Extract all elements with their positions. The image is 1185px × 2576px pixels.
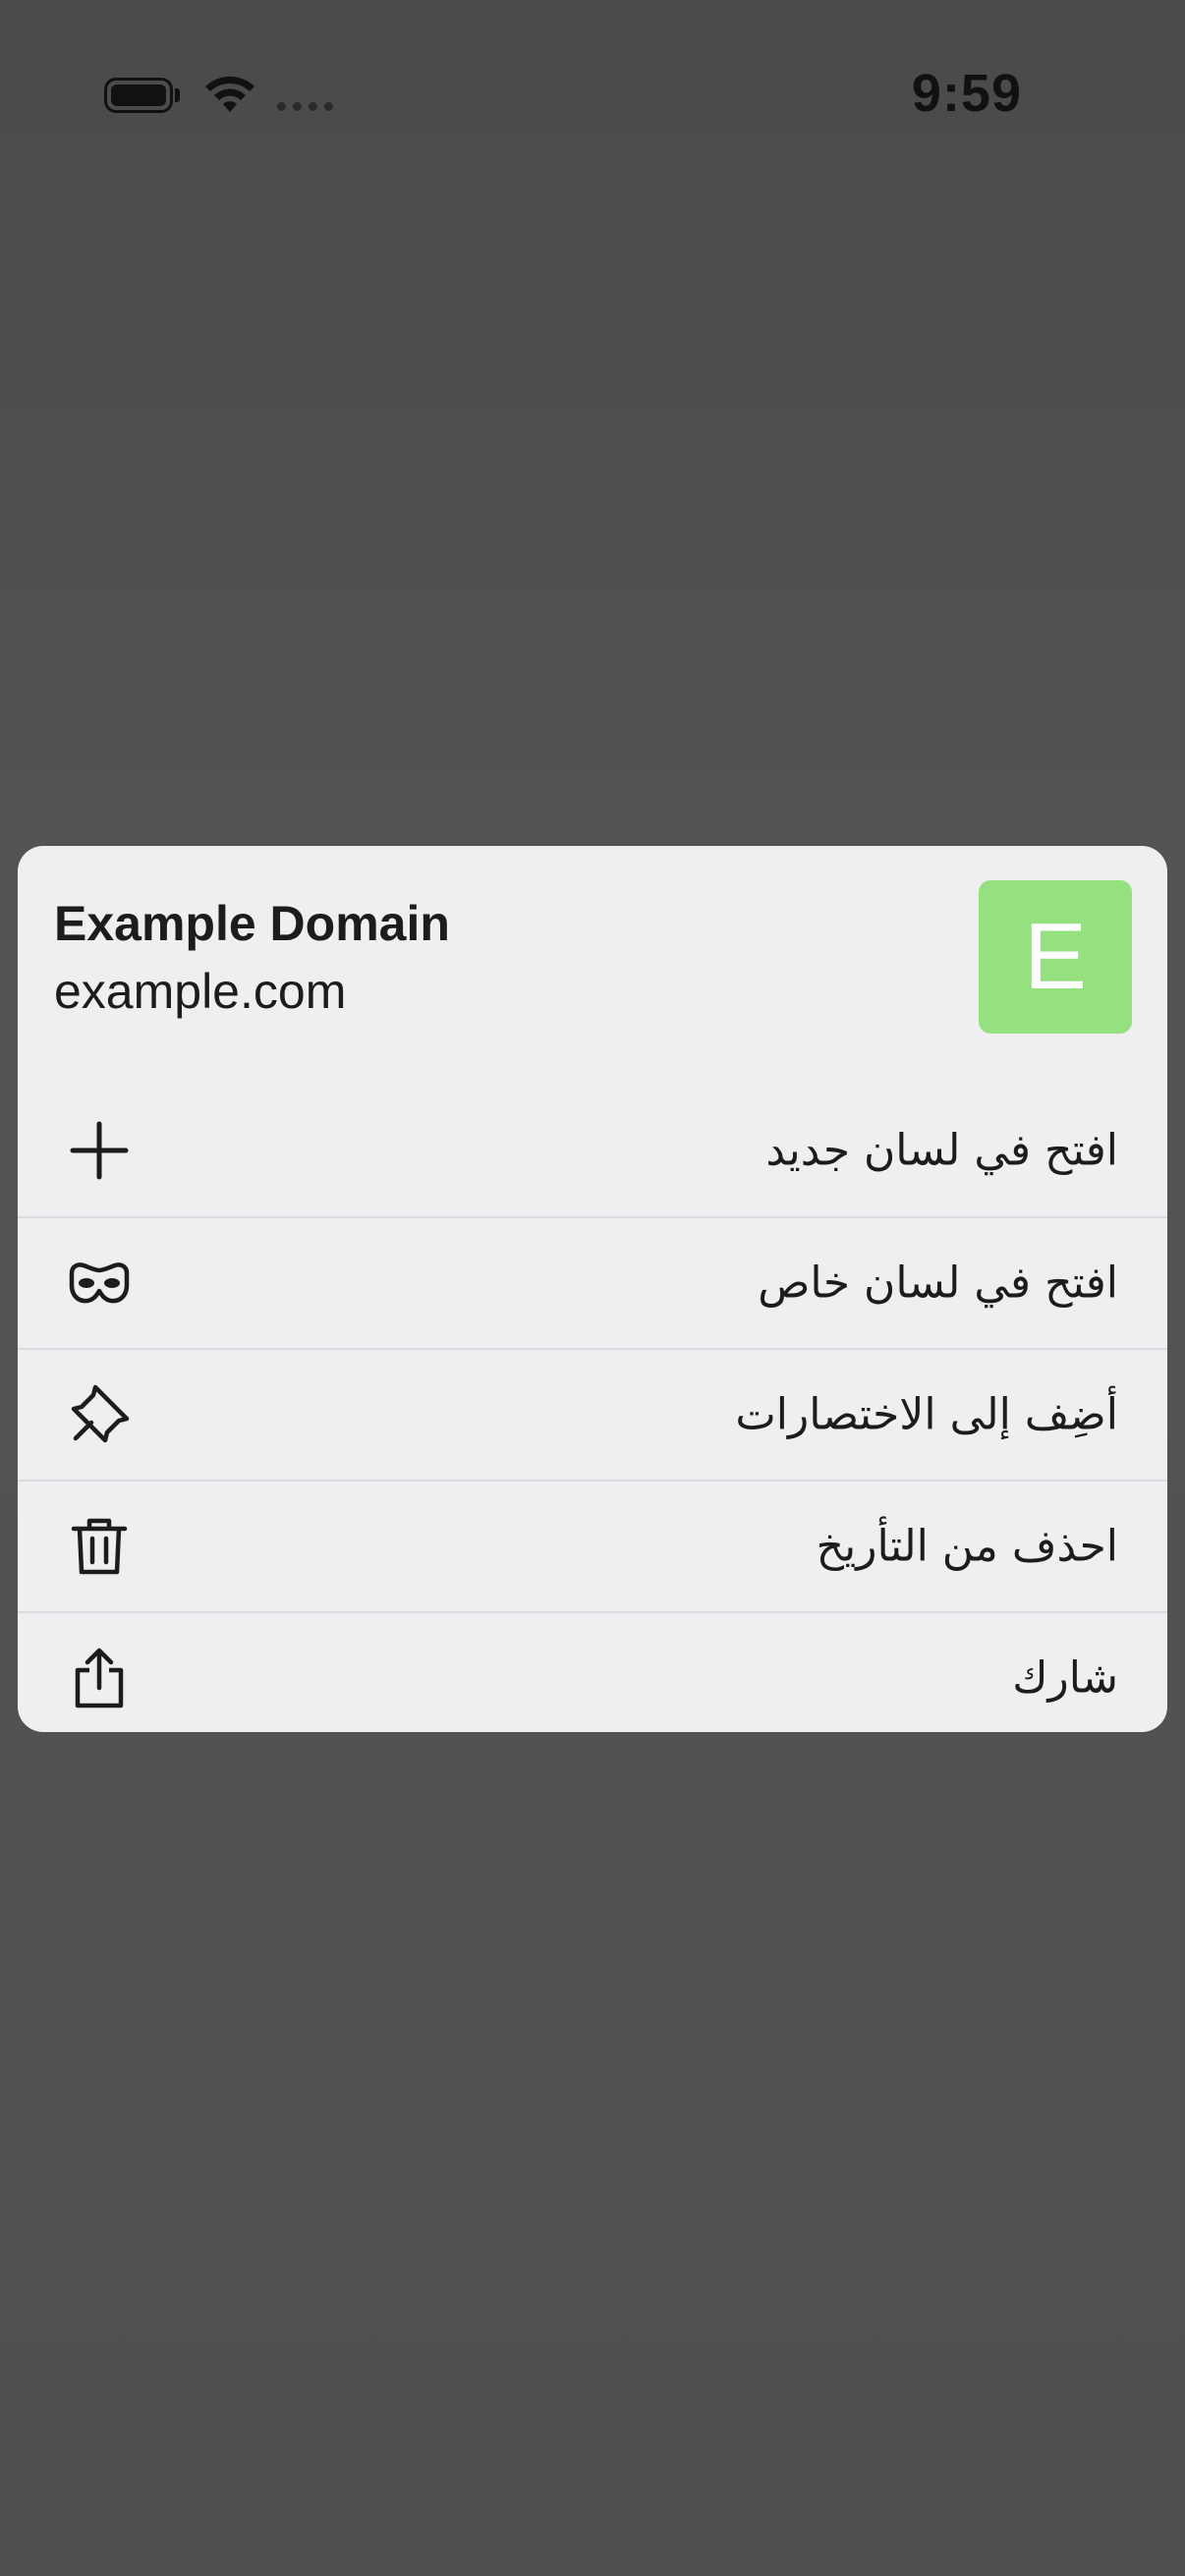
- menu-item-label: شارك: [1012, 1652, 1118, 1704]
- menu-header: Example Domain example.com E: [18, 846, 1167, 1085]
- menu-item-label: أضِف إلى الاختصارات: [735, 1389, 1118, 1440]
- site-title: Example Domain: [54, 896, 450, 951]
- wifi-icon: [202, 73, 257, 116]
- menu-item-label: افتح في لسان جديد: [765, 1125, 1118, 1176]
- menu-item-open-new-tab[interactable]: افتح في لسان جديد: [18, 1085, 1167, 1216]
- cellular-signal-icon: [277, 102, 333, 111]
- pin-icon: [66, 1381, 133, 1448]
- plus-icon: [66, 1117, 133, 1184]
- site-url: example.com: [54, 964, 347, 1019]
- trash-icon: [66, 1513, 133, 1580]
- menu-item-label: افتح في لسان خاص: [758, 1258, 1118, 1309]
- site-favicon: E: [979, 880, 1132, 1034]
- menu-list: افتح في لسان جديد افتح في لسان خاص أضِف …: [18, 1085, 1167, 1732]
- menu-item-label: احذف من التأريخ: [816, 1521, 1118, 1572]
- battery-icon: [104, 77, 183, 114]
- private-mask-icon: [66, 1250, 133, 1316]
- share-icon: [66, 1645, 133, 1711]
- menu-item-delete-from-history[interactable]: احذف من التأريخ: [18, 1480, 1167, 1611]
- favicon-letter: E: [1023, 904, 1088, 1009]
- status-time: 9:59: [911, 64, 1022, 123]
- menu-item-share[interactable]: شارك: [18, 1611, 1167, 1732]
- status-bar: 9:59: [0, 0, 1185, 187]
- menu-item-add-to-shortcuts[interactable]: أضِف إلى الاختصارات: [18, 1348, 1167, 1480]
- menu-item-open-private-tab[interactable]: افتح في لسان خاص: [18, 1216, 1167, 1348]
- link-context-menu: Example Domain example.com E افتح في لسا…: [18, 846, 1167, 1732]
